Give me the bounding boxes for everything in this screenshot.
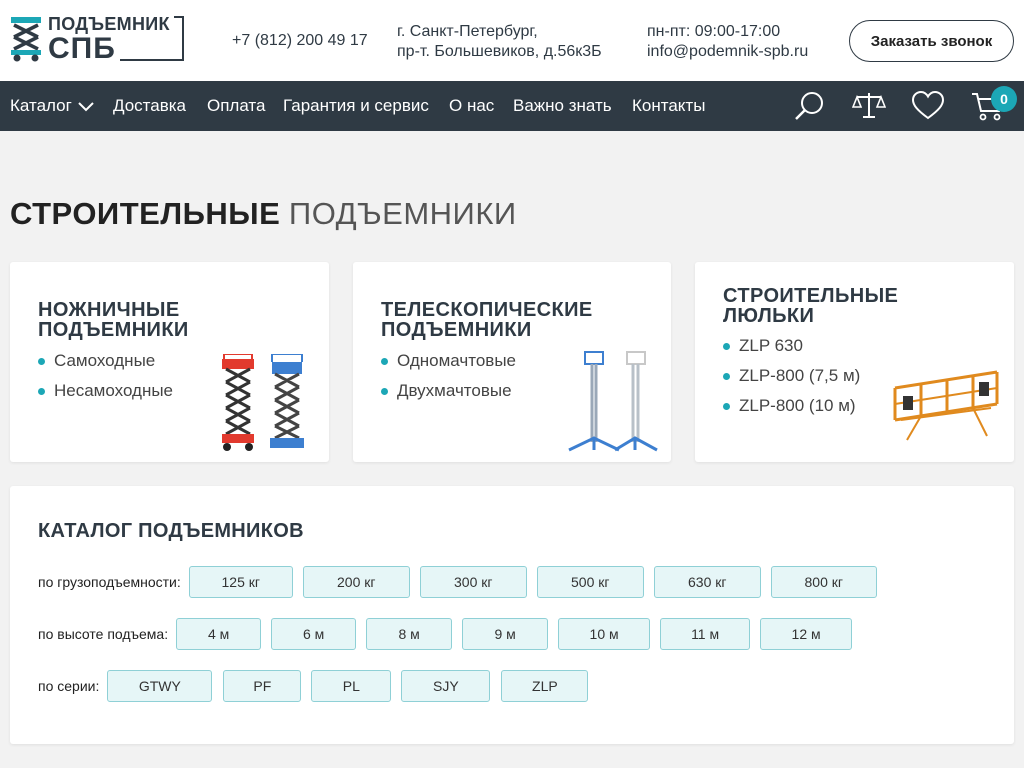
subcategory-link[interactable]: Двухмачтовые — [381, 376, 516, 406]
filter-chip[interactable]: 12 м — [760, 618, 853, 650]
catalog-title: КАТАЛОГ ПОДЪЕМНИКОВ — [38, 520, 304, 542]
card-subcategory-list: Самоходные Несамоходные — [38, 346, 173, 406]
nav-item-important[interactable]: Важно знать — [513, 96, 612, 116]
card-title-line-1: НОЖНИЧНЫЕ — [38, 299, 180, 321]
card-subcategory-list: ZLP 630 ZLP-800 (7,5 м) ZLP-800 (10 м) — [723, 331, 860, 421]
logo-text-bottom: СПБ — [48, 32, 116, 65]
scissor-lift-image — [222, 354, 304, 451]
filter-chip[interactable]: 4 м — [176, 618, 262, 650]
nav-item-contacts[interactable]: Контакты — [632, 96, 705, 116]
subcategory-link[interactable]: Одномачтовые — [381, 346, 516, 376]
nav-item-delivery[interactable]: Доставка — [113, 96, 186, 116]
filter-chip[interactable]: 9 м — [462, 618, 549, 650]
subcategory-link[interactable]: Самоходные — [38, 346, 173, 376]
filter-label: по высоте подъема: — [38, 626, 169, 642]
filter-chip[interactable]: 200 кг — [302, 566, 410, 598]
card-title-line-2: ЛЮЛЬКИ — [723, 305, 815, 327]
search-icon[interactable] — [793, 89, 827, 123]
filter-chip[interactable]: 300 кг — [419, 566, 527, 598]
construction-cradle-image — [893, 370, 999, 441]
nav-item-catalog[interactable]: Каталог — [10, 96, 94, 116]
card-title: ТЕЛЕСКОПИЧЕСКИЕ ПОДЪЕМНИКИ — [381, 300, 593, 340]
filter-chip[interactable]: 8 м — [366, 618, 453, 650]
category-card-construction-cradles[interactable]: СТРОИТЕЛЬНЫЕ ЛЮЛЬКИ ZLP 630 ZLP-800 (7,5… — [695, 262, 1014, 462]
filter-label: по серии: — [38, 678, 100, 694]
filter-label: по грузоподъемности: — [38, 574, 181, 590]
heart-icon[interactable] — [911, 89, 945, 123]
page-title-light: ПОДЪЕМНИКИ — [288, 196, 517, 231]
filter-chip[interactable]: 125 кг — [188, 566, 293, 598]
address-line-2: пр-т. Большевиков, д.56к3Б — [397, 43, 602, 60]
card-subcategory-list: Одномачтовые Двухмачтовые — [381, 346, 516, 406]
email-link[interactable]: info@podemnik-spb.ru — [647, 42, 808, 62]
card-title-line-2: ПОДЪЕМНИКИ — [381, 319, 532, 341]
filter-chip[interactable]: SJY — [401, 670, 491, 702]
site-header: ПОДЪЕМНИК СПБ +7 (812) 200 49 17 г. Санк… — [0, 0, 1024, 81]
logo-bracket — [120, 16, 184, 61]
card-title: НОЖНИЧНЫЕ ПОДЪЕМНИКИ — [38, 300, 189, 340]
filter-chip[interactable]: 800 кг — [770, 566, 877, 598]
chevron-down-icon — [78, 101, 94, 111]
working-hours: пн-пт: 09:00-17:00 — [647, 23, 781, 40]
category-card-telescopic-lifts[interactable]: ТЕЛЕСКОПИЧЕСКИЕ ПОДЪЕМНИКИ Одномачтовые … — [353, 262, 671, 462]
nav-item-label: Каталог — [10, 96, 72, 115]
filter-chip[interactable]: 630 кг — [653, 566, 761, 598]
nav-item-payment[interactable]: Оплата — [207, 96, 265, 116]
filter-chip[interactable]: 11 м — [660, 618, 751, 650]
nav-item-about[interactable]: О нас — [449, 96, 494, 116]
cart-count-badge: 0 — [991, 86, 1017, 112]
filter-chip[interactable]: ZLP — [501, 670, 589, 702]
callback-button[interactable]: Заказать звонок — [849, 20, 1014, 62]
page-title: СТРОИТЕЛЬНЫЕ ПОДЪЕМНИКИ — [10, 196, 517, 232]
subcategory-link[interactable]: ZLP-800 (7,5 м) — [723, 361, 860, 391]
address: г. Санкт-Петербург, пр-т. Большевиков, д… — [397, 22, 602, 62]
filter-chip[interactable]: 10 м — [558, 618, 651, 650]
filter-row-capacity: по грузоподъемности: 125 кг 200 кг 300 к… — [38, 566, 887, 598]
subcategory-link[interactable]: Несамоходные — [38, 376, 173, 406]
filter-chip[interactable]: PL — [311, 670, 392, 702]
telescopic-lift-image — [568, 351, 658, 452]
page-title-bold: СТРОИТЕЛЬНЫЕ — [10, 196, 281, 231]
filter-row-height: по высоте подъема: 4 м 6 м 8 м 9 м 10 м … — [38, 618, 862, 650]
category-card-scissor-lifts[interactable]: НОЖНИЧНЫЕ ПОДЪЕМНИКИ Самоходные Несамохо… — [10, 262, 329, 462]
scissor-lift-logo-icon — [11, 17, 41, 62]
subcategory-link[interactable]: ZLP-800 (10 м) — [723, 391, 860, 421]
compare-scales-icon[interactable] — [852, 89, 886, 123]
main-navigation: Каталог Доставка Оплата Гарантия и серви… — [0, 81, 1024, 131]
card-title-line-2: ПОДЪЕМНИКИ — [38, 319, 189, 341]
subcategory-link[interactable]: ZLP 630 — [723, 331, 860, 361]
address-line-1: г. Санкт-Петербург, — [397, 23, 538, 40]
filter-chip[interactable]: 6 м — [271, 618, 357, 650]
card-title-line-1: СТРОИТЕЛЬНЫЕ — [723, 285, 899, 307]
nav-item-warranty[interactable]: Гарантия и сервис — [283, 96, 429, 116]
catalog-filter-panel: КАТАЛОГ ПОДЪЕМНИКОВ по грузоподъемности:… — [10, 486, 1014, 744]
site-logo[interactable]: ПОДЪЕМНИК СПБ — [10, 14, 184, 65]
filter-chip[interactable]: 500 кг — [536, 566, 644, 598]
phone-number[interactable]: +7 (812) 200 49 17 — [232, 32, 368, 50]
filter-row-series: по серии: GTWY PF PL SJY ZLP — [38, 670, 598, 702]
contact-info: пн-пт: 09:00-17:00 info@podemnik-spb.ru — [647, 22, 808, 62]
filter-chip[interactable]: PF — [223, 670, 302, 702]
filter-chip[interactable]: GTWY — [107, 670, 213, 702]
card-title-line-1: ТЕЛЕСКОПИЧЕСКИЕ — [381, 299, 593, 321]
card-title: СТРОИТЕЛЬНЫЕ ЛЮЛЬКИ — [723, 286, 898, 326]
